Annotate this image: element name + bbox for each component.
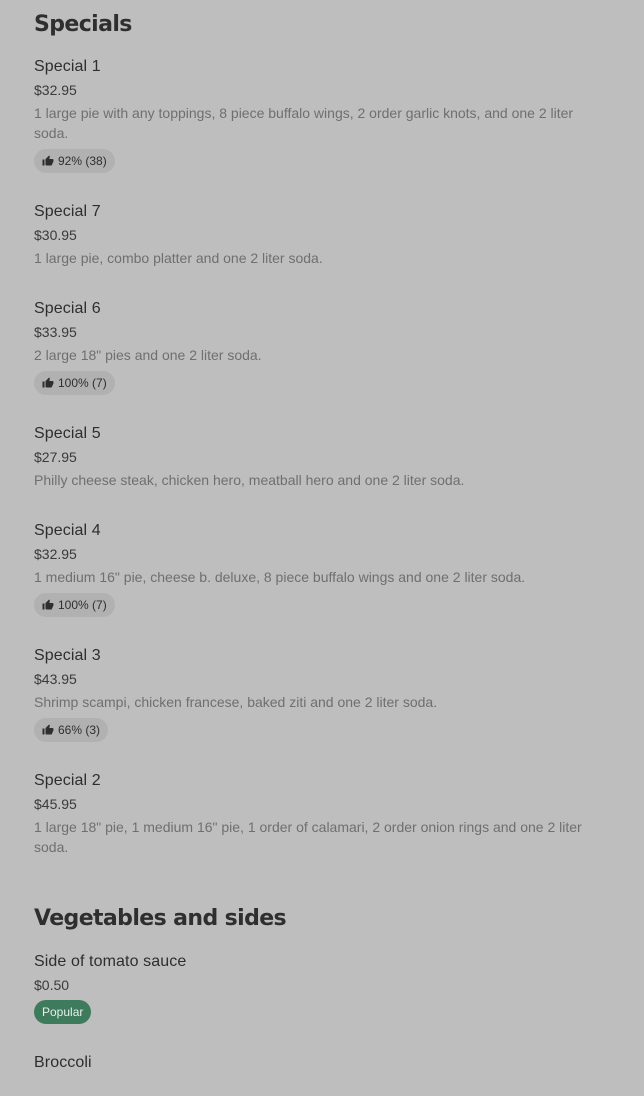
rating-badge: 66% (3) [34, 718, 109, 742]
item-description: 1 large pie, combo platter and one 2 lit… [34, 250, 323, 266]
thumbs-up-icon [42, 599, 54, 610]
rating-text: 100% (7) [58, 598, 107, 612]
vegetables-section-title: Vegetables and sides [34, 906, 287, 931]
menu-item-special-2[interactable]: Special 2 $45.95 1 large 18" pie, 1 medi… [34, 770, 614, 857]
menu-item-special-6[interactable]: Special 6 $33.95 2 large 18" pies and on… [34, 298, 614, 395]
item-name: Special 6 [34, 300, 101, 317]
menu-item-special-1[interactable]: Special 1 $32.95 1 large pie with any to… [34, 56, 614, 173]
item-name: Side of tomato sauce [34, 953, 187, 970]
menu-item-special-3[interactable]: Special 3 $43.95 Shrimp scampi, chicken … [34, 645, 614, 742]
item-price: $43.95 [34, 671, 77, 687]
item-price: $0.50 [34, 977, 70, 993]
thumbs-up-icon [42, 377, 54, 388]
item-price: $27.95 [34, 449, 77, 465]
item-description: 1 large 18" pie, 1 medium 16" pie, 1 ord… [34, 819, 582, 855]
item-price: $45.95 [34, 796, 77, 812]
item-description: 2 large 18" pies and one 2 liter soda. [34, 347, 262, 363]
menu-item-special-4[interactable]: Special 4 $32.95 1 medium 16" pie, chees… [34, 520, 614, 617]
rating-text: 100% (7) [58, 376, 107, 390]
item-price: $32.95 [34, 546, 77, 562]
item-name: Special 7 [34, 203, 101, 220]
thumbs-up-icon [42, 155, 54, 166]
item-description: Philly cheese steak, chicken hero, meatb… [34, 472, 465, 488]
item-name: Special 1 [34, 58, 101, 75]
vegetables-section: Vegetables and sides Side of tomato sauc… [34, 905, 614, 1074]
item-price: $30.95 [34, 227, 77, 243]
rating-badge: 100% (7) [34, 371, 115, 395]
rating-text: 66% (3) [58, 723, 101, 737]
item-name: Special 3 [34, 647, 101, 664]
specials-section-title: Specials [34, 12, 132, 37]
item-description: 1 large pie with any toppings, 8 piece b… [34, 105, 574, 141]
item-description: Shrimp scampi, chicken francese, baked z… [34, 694, 438, 710]
menu-item-side-of-tomato-sauce[interactable]: Side of tomato sauce $0.50 Popular [34, 951, 614, 1024]
item-name: Broccoli [34, 1054, 92, 1071]
menu-page: Specials Special 1 $32.95 1 large pie wi… [0, 0, 644, 1096]
menu-item-special-7[interactable]: Special 7 $30.95 1 large pie, combo plat… [34, 201, 614, 268]
item-price: $32.95 [34, 82, 77, 98]
rating-badge: 92% (38) [34, 149, 115, 173]
popular-badge: Popular [34, 1000, 92, 1024]
item-name: Special 5 [34, 425, 101, 442]
thumbs-up-icon [42, 724, 54, 735]
item-name: Special 4 [34, 522, 101, 539]
item-name: Special 2 [34, 772, 101, 789]
specials-section: Specials Special 1 $32.95 1 large pie wi… [34, 0, 614, 857]
menu-item-broccoli[interactable]: Broccoli [34, 1052, 614, 1074]
rating-text: 92% (38) [58, 154, 107, 168]
item-price: $33.95 [34, 324, 77, 340]
item-description: 1 medium 16" pie, cheese b. deluxe, 8 pi… [34, 569, 526, 585]
menu-item-special-5[interactable]: Special 5 $27.95 Philly cheese steak, ch… [34, 423, 614, 490]
rating-badge: 100% (7) [34, 593, 115, 617]
